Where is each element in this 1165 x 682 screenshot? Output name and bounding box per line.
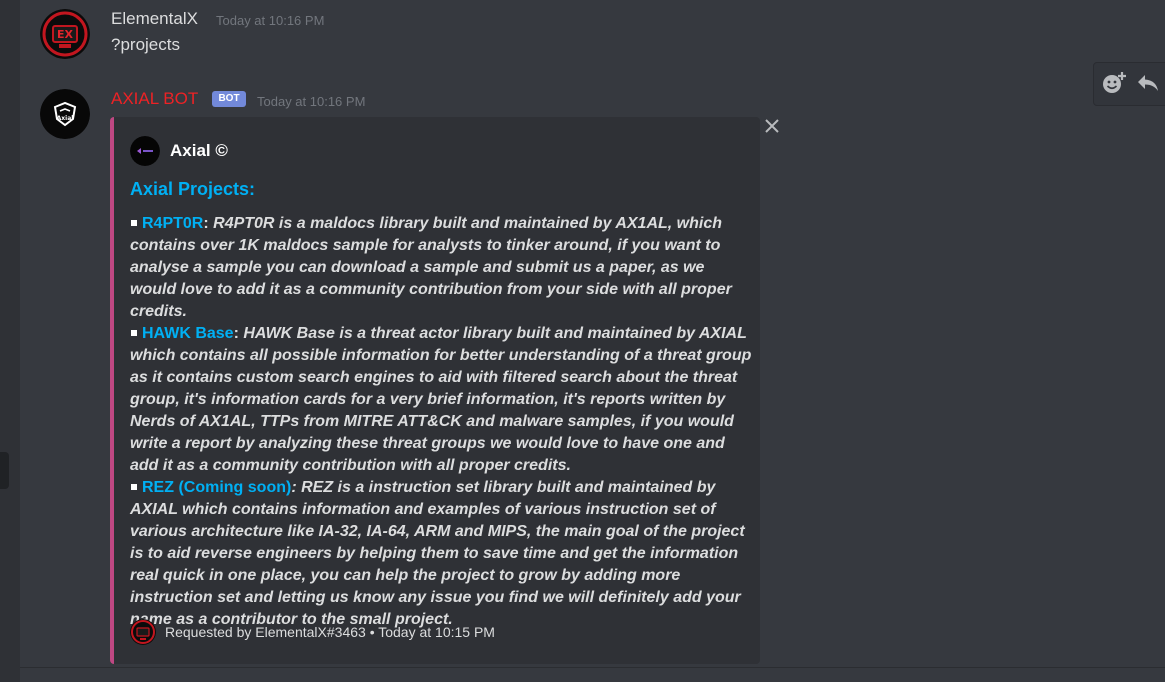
axial-avatar-icon[interactable]: Axial	[40, 89, 90, 139]
project-description: R4PT0R is a maldocs library built and ma…	[130, 215, 732, 320]
bullet-icon	[131, 219, 137, 226]
message-timestamp: Today at 10:16 PM	[257, 94, 366, 109]
close-icon[interactable]	[762, 116, 782, 136]
add-reaction-icon[interactable]	[1099, 68, 1129, 98]
message-content: ?projects	[111, 35, 180, 54]
footer-avatar-icon	[130, 619, 156, 645]
message-author-bot[interactable]: AXIAL BOT	[111, 89, 198, 109]
embed-description: R4PT0R: R4PT0R is a maldocs library buil…	[130, 213, 752, 631]
svg-text:EX: EX	[57, 28, 74, 41]
bot-author-name[interactable]: AXIAL BOT	[111, 89, 198, 108]
elementalx-avatar-icon[interactable]: EX	[40, 9, 90, 59]
project-link-hawk-base[interactable]: HAWK Base	[142, 325, 234, 342]
embed-author-icon	[130, 136, 160, 166]
project-link-rez[interactable]: REZ (Coming soon)	[142, 479, 291, 496]
message-action-bar	[1093, 62, 1165, 106]
bot-badge: BOT	[212, 91, 246, 107]
embed-footer: Requested by ElementalX#3463 • Today at …	[165, 624, 495, 640]
svg-text:Axial: Axial	[57, 115, 74, 122]
project-description: REZ is a instruction set library built a…	[130, 479, 745, 628]
reply-icon[interactable]	[1133, 68, 1163, 98]
project-link-r4pt0r[interactable]: R4PT0R	[142, 215, 203, 232]
message-author[interactable]: ElementalX	[111, 9, 198, 29]
bullet-icon	[131, 329, 137, 336]
embed-author-name: Axial ©	[170, 141, 228, 160]
message-timestamp: Today at 10:16 PM	[216, 13, 325, 28]
bullet-icon	[131, 483, 137, 490]
sidebar-scroll-thumb[interactable]	[0, 452, 9, 489]
divider	[20, 667, 1165, 668]
project-description: HAWK Base is a threat actor library buil…	[130, 325, 752, 474]
server-sidebar-edge	[0, 0, 20, 682]
embed-title: Axial Projects:	[130, 179, 256, 199]
